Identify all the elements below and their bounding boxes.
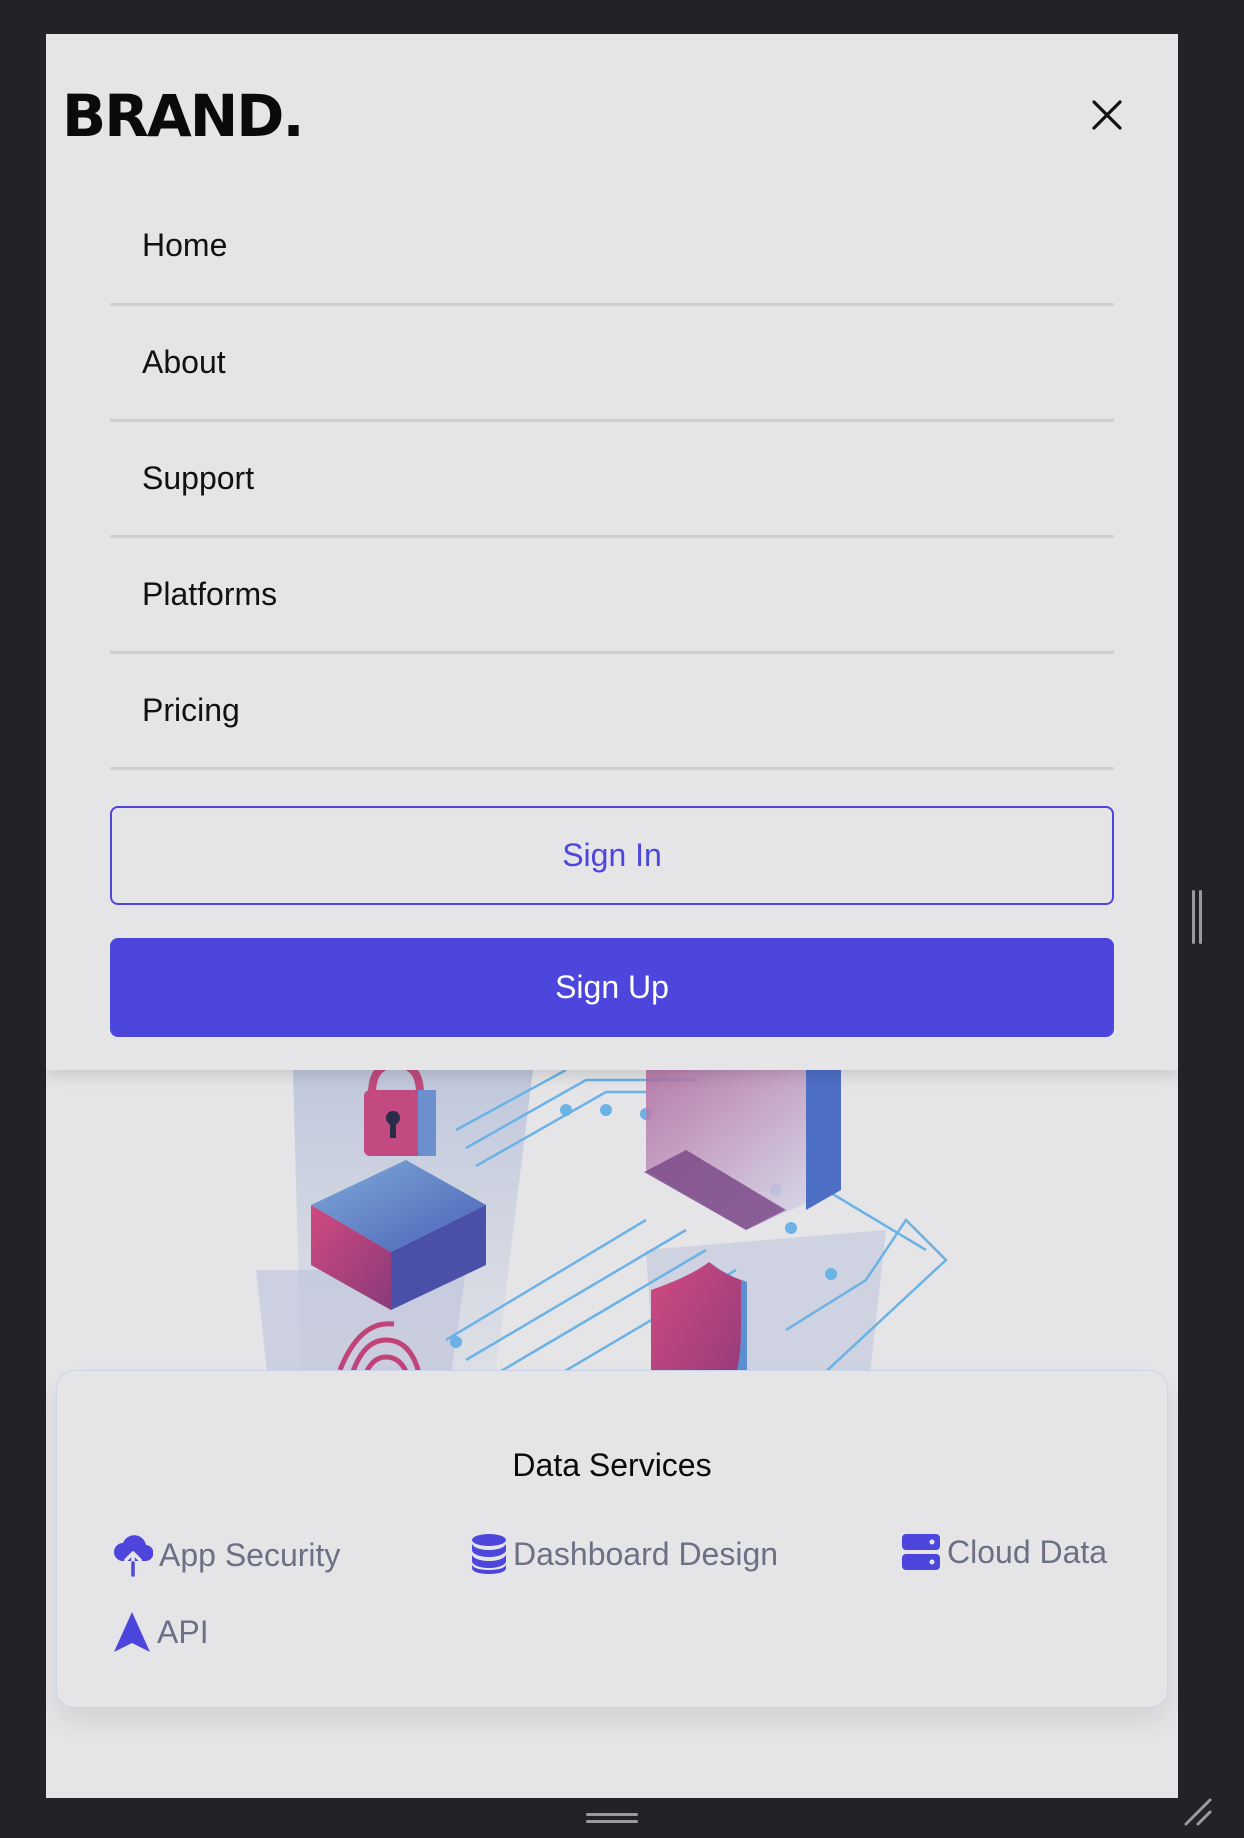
service-label: Cloud Data [947, 1533, 1108, 1570]
nav-item-label: Support [142, 460, 255, 496]
horizontal-resize-handle[interactable] [586, 1812, 638, 1824]
sign-up-button[interactable]: Sign Up [110, 938, 1114, 1037]
mobile-menu: BRAND. Home About Support Platforms Pric… [46, 34, 1178, 1070]
navigation-arrow-icon [114, 1612, 150, 1652]
nav-item-about[interactable]: About [110, 306, 1114, 422]
data-services-card: Data Services App Security Dashboard Des… [56, 1370, 1168, 1708]
service-label: App Security [159, 1536, 341, 1573]
nav-item-home[interactable]: Home [110, 188, 1114, 306]
cloud-upload-icon [114, 1535, 153, 1577]
nav-item-label: Platforms [142, 576, 278, 612]
service-label: API [157, 1613, 209, 1650]
card-title: Data Services [512, 1447, 712, 1483]
hero-illustration [46, 1070, 1178, 1410]
nav-item-platforms[interactable]: Platforms [110, 538, 1114, 654]
service-app-security[interactable]: App Security [113, 1533, 340, 1577]
brand-logo[interactable]: BRAND. [62, 82, 304, 150]
close-menu-button[interactable] [1086, 94, 1128, 136]
nav-item-pricing[interactable]: Pricing [110, 654, 1114, 770]
service-dashboard-design[interactable]: Dashboard Design [471, 1533, 778, 1575]
close-icon [1092, 100, 1122, 130]
database-icon [472, 1534, 506, 1574]
nav-item-label: Home [142, 227, 228, 263]
corner-resize-icon[interactable] [1182, 1796, 1214, 1828]
vertical-resize-handle[interactable] [1190, 890, 1204, 944]
service-api[interactable]: API [113, 1611, 209, 1653]
server-icon [902, 1534, 940, 1570]
nav-item-support[interactable]: Support [110, 422, 1114, 538]
security-illustration [256, 1070, 948, 1410]
nav-item-label: About [142, 344, 226, 380]
nav-item-label: Pricing [142, 692, 240, 728]
service-label: Dashboard Design [513, 1535, 779, 1572]
browser-viewport: BRAND. Home About Support Platforms Pric… [46, 34, 1178, 1798]
sign-in-button[interactable]: Sign In [110, 806, 1114, 905]
service-cloud-data[interactable]: Cloud Data [901, 1533, 1107, 1571]
nav-list: Home About Support Platforms Pricing [110, 226, 1114, 770]
